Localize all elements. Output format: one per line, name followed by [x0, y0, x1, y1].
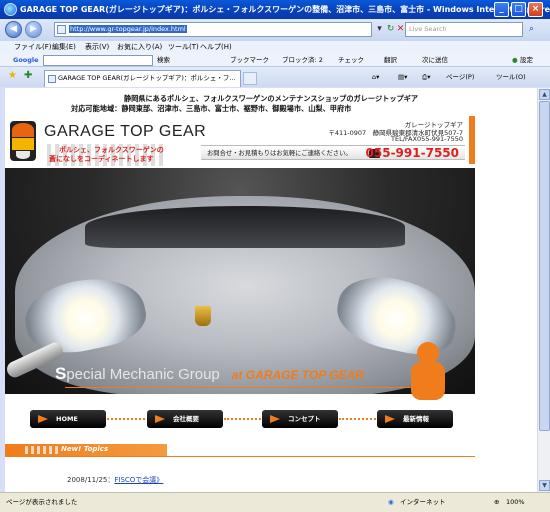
- google-search-button[interactable]: 検索: [157, 53, 170, 67]
- site-header-line2: 対応可能地域：静岡東部、沼津市、三島市、富士市、裾野市、御殿場市、山梨、甲府市: [71, 104, 352, 113]
- site-brand-name: GARAGE TOP GEAR: [44, 123, 207, 140]
- print-icon[interactable]: ⎙▾: [422, 67, 430, 87]
- scroll-thumb[interactable]: [539, 101, 550, 431]
- check-button[interactable]: チェック: [338, 53, 364, 67]
- arrow-icon: [270, 415, 280, 423]
- menu-help[interactable]: ヘルプ(H): [200, 41, 232, 53]
- window-titlebar: GARAGE TOP GEAR(ガレージトップギア)：ポルシェ・フォルクスワーゲ…: [0, 0, 550, 19]
- contact-bar: お問合せ・お見積もりはお気軽にご連絡ください。 055-991-7550: [201, 145, 465, 160]
- ie-logo-icon: [4, 3, 17, 16]
- hero-underline: [65, 387, 445, 388]
- forward-button[interactable]: ▶: [25, 21, 42, 38]
- nav-concept[interactable]: コンセプト: [262, 410, 338, 428]
- home-icon[interactable]: ⌂▾: [372, 67, 379, 87]
- nav-news[interactable]: 最新情報: [377, 410, 453, 428]
- shop-telfax: TEL/FAX055-991-7550: [391, 135, 463, 143]
- topics-header: New! Topics: [5, 444, 167, 456]
- tab-label: GARAGE TOP GEAR(ガレージトップギア)：ポルシェ・フ...: [58, 74, 236, 82]
- vertical-scrollbar[interactable]: ▲ ▼: [537, 88, 550, 492]
- arrow-icon: [385, 415, 395, 423]
- news-date: 2008/11/25: [67, 476, 108, 484]
- send-to-button[interactable]: 次に送信: [422, 53, 448, 67]
- scroll-down-button[interactable]: ▼: [539, 480, 550, 491]
- status-text: ページが表示されました: [6, 498, 78, 506]
- tab-row: ★ ✚ GARAGE TOP GEAR(ガレージトップギア)：ポルシェ・フ...…: [0, 67, 550, 87]
- menu-view[interactable]: 表示(V): [85, 41, 109, 53]
- mechanic-mascot-icon: [397, 342, 457, 412]
- google-logo: Google: [13, 56, 39, 64]
- menu-edit[interactable]: 編集(E): [52, 41, 76, 53]
- google-search-input[interactable]: [43, 55, 153, 66]
- header-accent-bar: [469, 116, 475, 164]
- tab-page-icon: [48, 75, 56, 83]
- address-bar[interactable]: http://www.gr-topgear.jp/index.html: [54, 22, 372, 37]
- settings-icon[interactable]: ●: [512, 53, 518, 67]
- main-nav: HOME 会社概要 コンセプト 最新情報: [5, 406, 475, 432]
- favorites-star-icon[interactable]: ★: [8, 70, 17, 81]
- back-button[interactable]: ◀: [5, 21, 22, 38]
- internet-zone-icon: ◉: [388, 498, 394, 506]
- menu-tools[interactable]: ツール(T): [168, 41, 199, 53]
- feeds-icon[interactable]: ▤▾: [398, 67, 407, 87]
- nav-home[interactable]: HOME: [30, 410, 106, 428]
- translate-button[interactable]: 翻訳: [384, 53, 397, 67]
- news-item: 2008/11/25：FISCOで会議》: [67, 476, 164, 484]
- site-header-line1: 静岡県にあるポルシェ、フォルクスワーゲンのメンテナンスショップのガレージトップギ…: [123, 94, 419, 103]
- maximize-button[interactable]: □: [511, 2, 526, 17]
- scroll-up-button[interactable]: ▲: [539, 89, 550, 100]
- window-title: GARAGE TOP GEAR(ガレージトップギア)：ポルシェ・フォルクスワーゲ…: [20, 5, 550, 14]
- search-icon[interactable]: ⌕: [526, 24, 537, 35]
- nav-company[interactable]: 会社概要: [147, 410, 223, 428]
- popup-blocked-button[interactable]: ブロック済: 2: [282, 53, 323, 67]
- phone-number: 055-991-7550: [365, 146, 459, 160]
- news-link[interactable]: FISCOで会議》: [114, 476, 163, 484]
- hero-title: Special Mechanic Group at GARAGE TOP GEAR: [55, 364, 364, 383]
- contact-text: お問合せ・お見積もりはお気軽にご連絡ください。: [207, 150, 352, 157]
- web-page-viewport: 静岡県にあるポルシェ、フォルクスワーゲンのメンテナンスショップのガレージトップギ…: [5, 88, 537, 492]
- tagline-line2: 蒼になしをコーディネートします: [49, 155, 154, 163]
- tab-active[interactable]: GARAGE TOP GEAR(ガレージトップギア)：ポルシェ・フ...: [44, 70, 241, 87]
- arrow-icon: [155, 415, 165, 423]
- settings-button[interactable]: 設定: [520, 53, 533, 67]
- tools-menu-button[interactable]: ツール(O): [496, 67, 526, 87]
- site-logo-mark[interactable]: [10, 121, 36, 161]
- menu-bar: ファイル(F) 編集(E) 表示(V) お気に入り(A) ツール(T) ヘルプ(…: [0, 41, 550, 53]
- site-logo-area: GARAGE TOP GEAR ポルシェ、フォルクスワーゲンの 蒼になしをコーデ…: [5, 116, 475, 168]
- close-button[interactable]: ×: [528, 2, 543, 17]
- zoom-level[interactable]: 100%: [506, 493, 525, 511]
- status-bar: ページが表示されました ◉ インターネット ⊕ 100%: [0, 492, 550, 512]
- add-favorite-icon[interactable]: ✚: [24, 70, 32, 81]
- live-search-input[interactable]: Live Search: [405, 22, 523, 37]
- bookmark-button[interactable]: ブックマーク: [230, 53, 269, 67]
- google-toolbar: Google 検索 ブックマーク ブロック済: 2 チェック 翻訳 次に送信 ●…: [0, 53, 550, 67]
- menu-favorites[interactable]: お気に入り(A): [117, 41, 162, 53]
- address-dropdown-icon[interactable]: ▾: [374, 24, 385, 35]
- arrow-icon: [38, 415, 48, 423]
- topics-divider: [5, 456, 475, 457]
- menu-file[interactable]: ファイル(F): [14, 41, 52, 53]
- zone-text: インターネット: [400, 498, 446, 506]
- new-tab-button[interactable]: [243, 72, 257, 85]
- address-url: http://www.gr-topgear.jp/index.html: [69, 25, 187, 33]
- topics-label: New! Topics: [61, 445, 109, 453]
- page-icon: [57, 25, 66, 34]
- minimize-button[interactable]: _: [494, 2, 509, 17]
- address-toolbar: ◀ ▶ http://www.gr-topgear.jp/index.html …: [0, 19, 550, 41]
- porsche-badge: [195, 306, 211, 326]
- page-menu-button[interactable]: ページ(P): [446, 67, 474, 87]
- zoom-icon[interactable]: ⊕: [494, 493, 499, 511]
